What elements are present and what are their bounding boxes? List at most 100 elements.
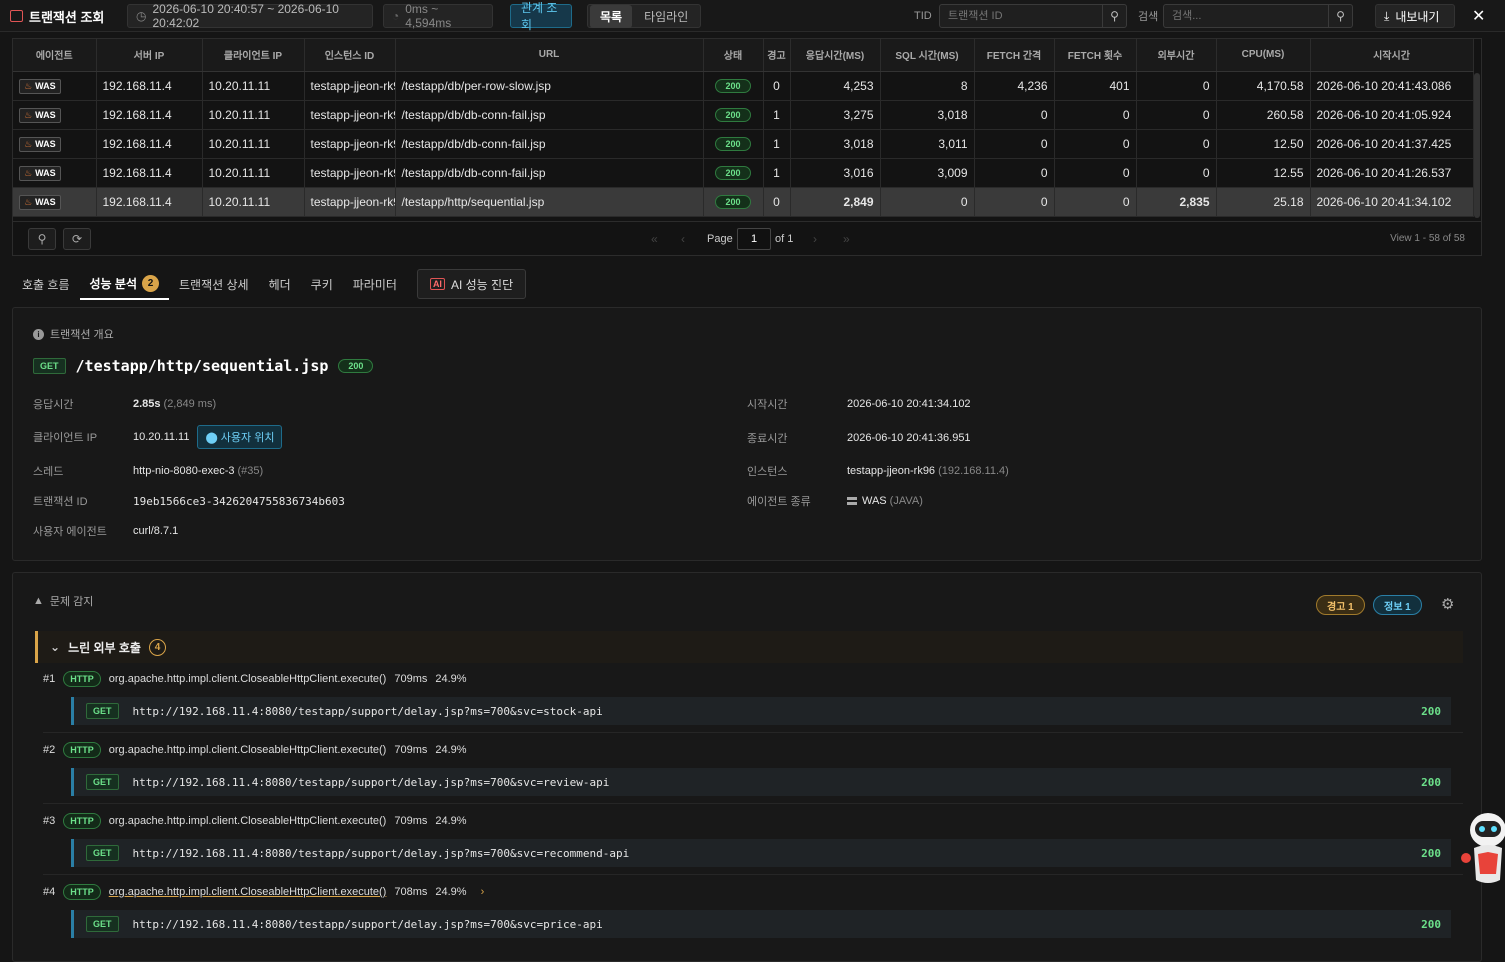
txid-value[interactable]: 19eb1566ce3-3426204755836734b603 [133,495,345,508]
search-icon[interactable]: ⚲ [1102,5,1126,27]
table-row[interactable]: ♨ WAS 192.168.11.4 10.20.11.11 testapp-jjeon… [13,158,1474,188]
info-icon: i [33,328,44,340]
column-header[interactable]: 인스턴스 ID [304,39,396,72]
cell-sql: 3,009 [880,158,975,188]
tab-headers[interactable]: 헤더 [259,268,301,300]
tid-input[interactable] [940,5,1102,27]
table-row[interactable]: ♨ WAS 192.168.11.4 10.20.11.11 testapp-jjeon… [13,100,1474,130]
call-method[interactable]: org.apache.http.impl.client.CloseableHtt… [109,815,387,827]
gear-icon[interactable]: ⚙ [1441,595,1454,613]
table-row[interactable]: ♨ WAS 192.168.11.4 10.20.11.11 testapp-jjeon… [13,187,1474,217]
date-range-picker[interactable]: ◷ 2026-06-10 20:40:57 ~ 2026-06-10 20:42… [127,2,373,30]
call-percent: 24.9% [435,673,467,685]
overview-heading: GET /testapp/http/sequential.jsp 200 [33,357,374,375]
response-range-filter[interactable]: ◔ 0ms ~ 4,594ms [383,2,493,30]
view-timeline-tab[interactable]: 타임라인 [634,5,698,28]
divider [43,874,1463,875]
column-header[interactable]: SQL 시간(MS) [880,39,975,72]
resp-time-value: 2.85s [133,398,161,410]
cell-client-ip: 10.20.11.11 [202,187,305,217]
search-label: 검색 [1138,11,1159,23]
instance-ip: (192.168.11.4) [938,465,1009,477]
tab-cookies[interactable]: 쿠키 [301,268,343,300]
assistant-robot-icon[interactable] [1460,808,1505,886]
cell-status: 200 [703,187,764,217]
search-input-box: ⚲ [1163,4,1353,28]
cell-agent: ♨ WAS [13,100,97,130]
column-header[interactable]: FETCH 간격 [974,39,1055,72]
cell-fetch-gap: 4,236 [974,71,1055,101]
txid-row: 트랜잭션 ID 19eb1566ce3-3426204755836734b603 [33,493,345,509]
response-code: 200 [1421,704,1441,718]
column-header[interactable]: 상태 [703,39,764,72]
close-icon[interactable]: ✕ [1472,4,1485,28]
column-header[interactable]: 클라이언트 IP [202,39,305,72]
last-page-icon[interactable]: » [843,232,850,246]
user-agent-label: 사용자 에이전트 [33,526,107,538]
list-icon [10,10,23,22]
tab-parameters[interactable]: 파라미터 [343,268,407,300]
tab-call-flow[interactable]: 호출 흐름 [12,268,80,300]
column-header[interactable]: URL [395,39,704,72]
column-header[interactable]: 에이전트 [13,39,97,72]
column-header[interactable]: FETCH 횟수 [1054,39,1137,72]
overview-title-text: 트랜잭션 개요 [50,329,114,341]
ai-diagnosis-button[interactable]: AI AI 성능 진단 [416,269,527,299]
next-page-icon[interactable]: › [813,232,817,246]
first-page-icon[interactable]: « [651,232,658,246]
prev-page-icon[interactable]: ‹ [681,232,685,246]
tab-performance-analysis[interactable]: 성능 분석 2 [79,268,169,300]
info-count-badge[interactable]: 정보 1 [1373,595,1422,615]
cell-instance: testapp-jjeon-rk96 [304,129,396,159]
column-header[interactable]: 서버 IP [96,39,203,72]
call-index: #2 [43,744,56,756]
thread-row: 스레드 http-nio-8080-exec-3 (#35) [33,463,263,479]
column-header[interactable]: 시작시간 [1310,39,1474,72]
column-header[interactable]: 외부시간 [1136,39,1217,72]
download-icon: ⤓ [1384,8,1390,23]
refresh-icon[interactable]: ⟳ [63,228,91,250]
call-method[interactable]: org.apache.http.impl.client.CloseableHtt… [109,886,387,898]
request-url[interactable]: http://192.168.11.4:8080/testapp/support… [133,705,603,718]
client-ip-value: 10.20.11.11 [133,431,190,443]
search-icon[interactable]: ⚲ [1328,5,1352,27]
search-icon[interactable]: ⚲ [28,228,56,250]
relation-query-button[interactable]: 관계 조회 [510,1,572,32]
request-url[interactable]: http://192.168.11.4:8080/testapp/support… [133,918,603,931]
cell-cpu: 12.55 [1216,158,1311,188]
request-url[interactable]: http://192.168.11.4:8080/testapp/support… [133,847,630,860]
grid-scrollbar[interactable] [1474,73,1480,218]
user-agent-row: 사용자 에이전트 curl/8.7.1 [33,523,178,539]
request-url[interactable]: http://192.168.11.4:8080/testapp/support… [133,776,610,789]
pager: ⚲ ⟳ « ‹ Page of 1 › » View 1 - 58 of 58 [13,221,1481,255]
slow-external-call-section[interactable]: ⌄ 느린 외부 호출 4 [35,631,1463,663]
cell-warn: 0 [763,187,791,217]
cell-cpu: 260.58 [1216,100,1311,130]
user-location-button[interactable]: ⬤ 사용자 위치 [197,425,283,449]
call-method[interactable]: org.apache.http.impl.client.CloseableHtt… [109,744,387,756]
page-of-label: of 1 [775,232,794,245]
tab-transaction-detail[interactable]: 트랜잭션 상세 [169,268,259,300]
call-method[interactable]: org.apache.http.impl.client.CloseableHtt… [109,673,387,685]
cell-ext: 0 [1136,158,1217,188]
cell-agent: ♨ WAS [13,71,97,101]
warning-count-badge[interactable]: 경고 1 [1316,595,1365,615]
thread-value: http-nio-8080-exec-3 [133,465,235,477]
column-header[interactable]: 경고 [763,39,791,72]
tab-label: 트랜잭션 상세 [179,277,249,292]
column-header[interactable]: 응답시간(MS) [790,39,881,72]
page-input[interactable] [737,228,771,250]
cell-warn: 1 [763,129,791,159]
table-row[interactable]: ♨ WAS 192.168.11.4 10.20.11.11 testapp-jjeon… [13,129,1474,159]
search-input[interactable] [1164,5,1328,27]
cell-resp: 2,849 [790,187,881,217]
export-button[interactable]: ⤓ 내보내기 [1375,4,1455,28]
external-call-item: #3 HTTP org.apache.http.impl.client.Closea… [43,813,467,829]
server-icon [847,497,857,505]
column-header[interactable]: CPU(MS) [1216,39,1311,72]
view-list-tab[interactable]: 목록 [590,4,633,28]
was-agent-badge: ♨ WAS [19,194,61,210]
call-index: #4 [43,886,56,898]
chevron-right-icon[interactable]: › [481,886,485,898]
table-row[interactable]: ♨ WAS 192.168.11.4 10.20.11.11 testapp-jjeon… [13,71,1474,101]
